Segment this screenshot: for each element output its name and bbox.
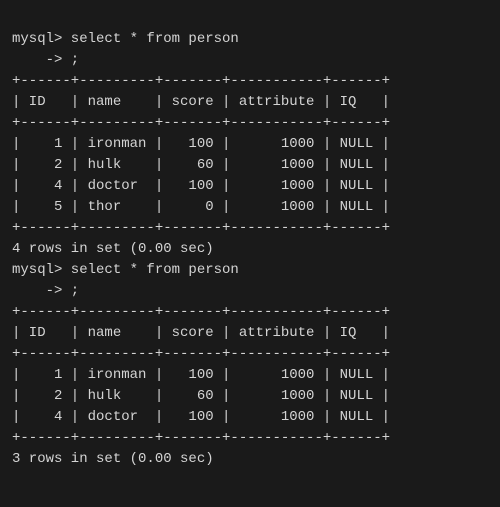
- continuation-line-2: -> ;: [12, 281, 488, 302]
- table-header-2: | ID | name | score | attribute | IQ |: [12, 323, 488, 344]
- separator-mid-2: +------+---------+-------+-----------+--…: [12, 344, 488, 365]
- result-info-1: 4 rows in set (0.00 sec): [12, 239, 488, 260]
- table-row: | 2 | hulk | 60 | 1000 | NULL |: [12, 155, 488, 176]
- table-row: | 2 | hulk | 60 | 1000 | NULL |: [12, 386, 488, 407]
- result-info-2: 3 rows in set (0.00 sec): [12, 449, 488, 470]
- separator-top-1: +------+---------+-------+-----------+--…: [12, 71, 488, 92]
- table-row: | 1 | ironman | 100 | 1000 | NULL |: [12, 365, 488, 386]
- separator-mid-1: +------+---------+-------+-----------+--…: [12, 113, 488, 134]
- table-row: | 4 | doctor | 100 | 1000 | NULL |: [12, 176, 488, 197]
- table-row: | 5 | thor | 0 | 1000 | NULL |: [12, 197, 488, 218]
- separator-top-2: +------+---------+-------+-----------+--…: [12, 302, 488, 323]
- table-header-1: | ID | name | score | attribute | IQ |: [12, 92, 488, 113]
- table-row: | 1 | ironman | 100 | 1000 | NULL |: [12, 134, 488, 155]
- continuation-line-1: -> ;: [12, 50, 488, 71]
- separator-bot-2: +------+---------+-------+-----------+--…: [12, 428, 488, 449]
- prompt-line-1: mysql> select * from person: [12, 29, 488, 50]
- separator-bot-1: +------+---------+-------+-----------+--…: [12, 218, 488, 239]
- terminal-window: mysql> select * from person -> ;+------+…: [12, 8, 488, 470]
- prompt-line-2: mysql> select * from person: [12, 260, 488, 281]
- table-row: | 4 | doctor | 100 | 1000 | NULL |: [12, 407, 488, 428]
